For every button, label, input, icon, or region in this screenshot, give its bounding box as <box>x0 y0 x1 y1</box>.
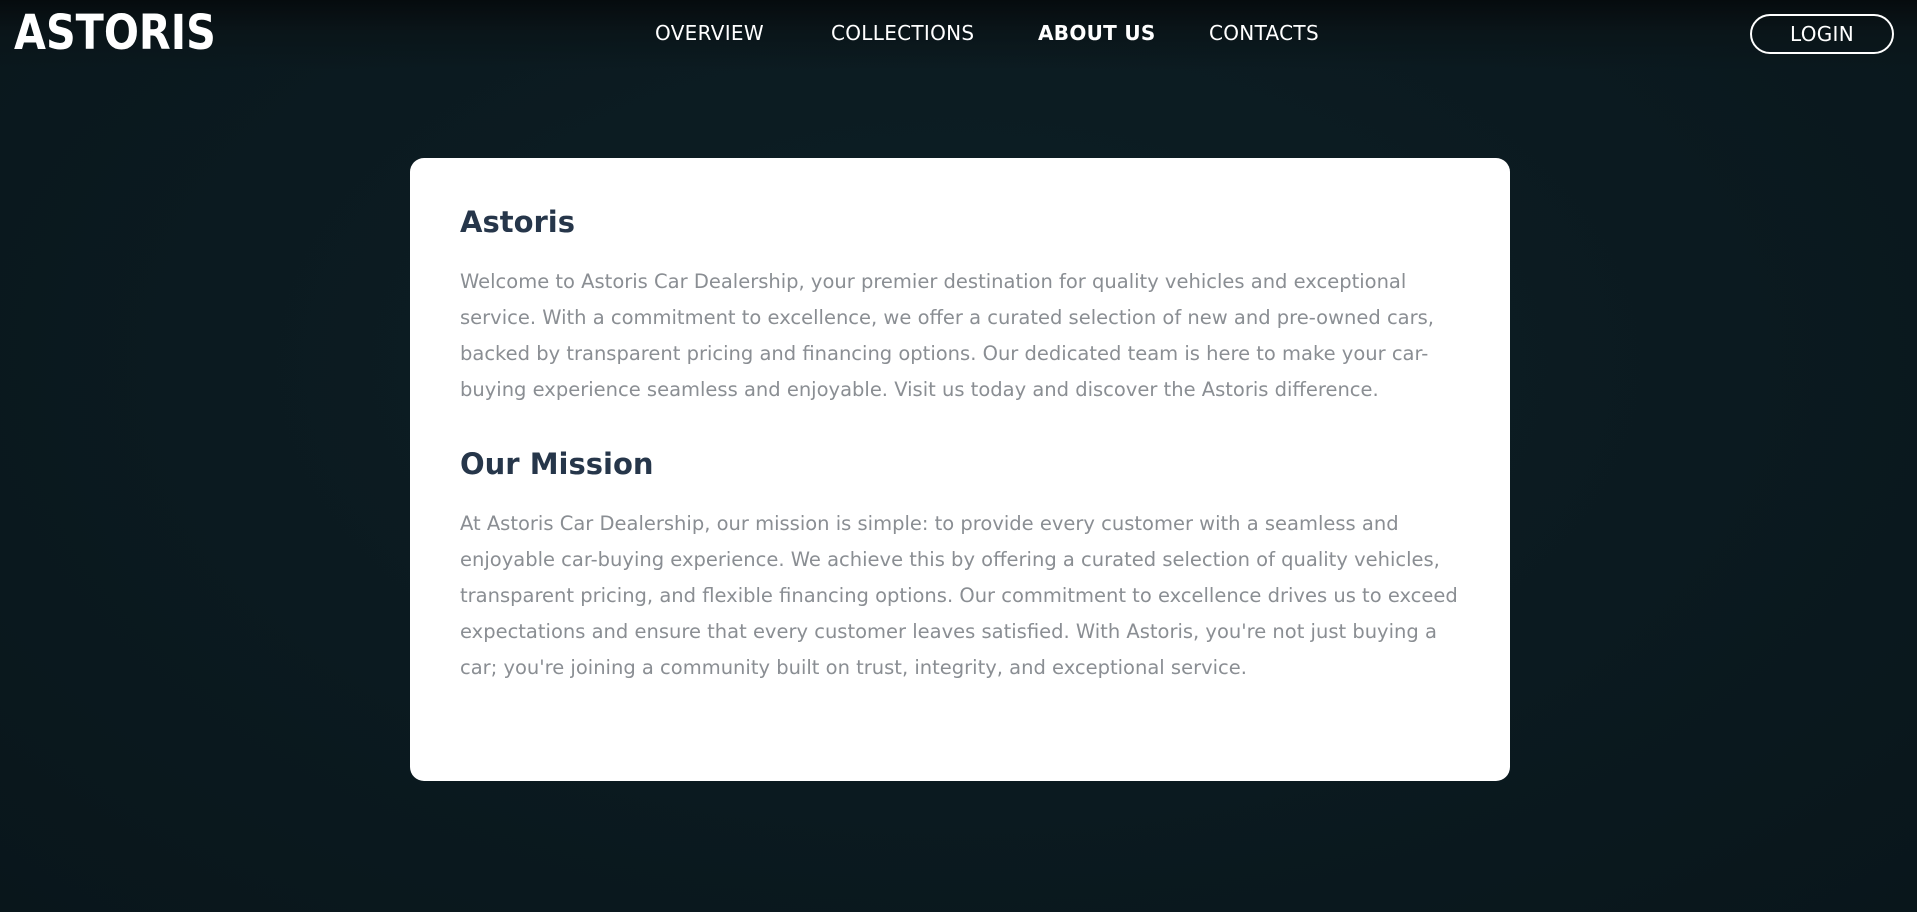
main-nav: OVERVIEW COLLECTIONS ABOUT US CONTACTS <box>0 0 1917 70</box>
mission-text: At Astoris Car Dealership, our mission i… <box>460 512 1458 679</box>
nav-item-collections[interactable]: COLLECTIONS <box>831 21 974 45</box>
about-card: Astoris Welcome to Astoris Car Dealershi… <box>410 158 1510 781</box>
nav-item-about-us[interactable]: ABOUT US <box>1038 21 1156 45</box>
nav-item-contacts[interactable]: CONTACTS <box>1209 21 1319 45</box>
login-button[interactable]: LOGIN <box>1750 14 1894 54</box>
about-intro-text: Welcome to Astoris Car Dealership, your … <box>460 270 1435 401</box>
mission-title: Our Mission <box>460 447 654 481</box>
about-title: Astoris <box>460 205 575 239</box>
top-navigation-bar: ASTORIS OVERVIEW COLLECTIONS ABOUT US CO… <box>0 0 1917 70</box>
nav-item-overview[interactable]: OVERVIEW <box>655 21 764 45</box>
